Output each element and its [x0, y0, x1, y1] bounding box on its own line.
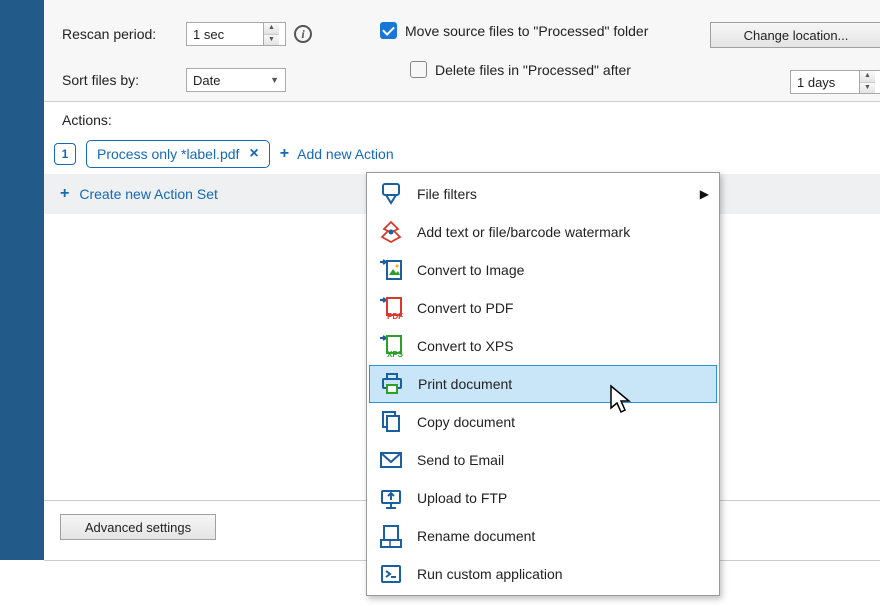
chevron-down-icon: ▼	[270, 75, 279, 85]
delete-after-days-value: 1 days	[797, 75, 835, 90]
menu-item-label: File filters	[417, 186, 688, 202]
menu-item-send-email[interactable]: Send to Email	[369, 441, 717, 479]
rename-icon	[377, 522, 405, 550]
plus-icon: +	[280, 145, 289, 163]
image-icon	[377, 256, 405, 284]
xps-icon: XPS	[377, 332, 405, 360]
submenu-arrow-icon: ▶	[700, 187, 709, 201]
menu-item-convert-pdf[interactable]: PDF Convert to PDF	[369, 289, 717, 327]
change-location-button[interactable]: Change location...	[710, 22, 880, 48]
menu-item-label: Copy document	[417, 414, 709, 430]
menu-item-label: Upload to FTP	[417, 490, 709, 506]
svg-text:XPS: XPS	[387, 350, 404, 359]
action-index-badge[interactable]: 1	[54, 143, 76, 165]
menu-item-run-application[interactable]: Run custom application	[369, 555, 717, 593]
sort-files-label: Sort files by:	[62, 72, 178, 88]
menu-item-label: Convert to XPS	[417, 338, 709, 354]
sort-files-value: Date	[193, 73, 220, 88]
filter-chip[interactable]: Process only *label.pdf ×	[86, 140, 270, 168]
delete-after-label: Delete files in "Processed" after	[435, 62, 631, 78]
rescan-period-value: 1 sec	[193, 27, 224, 42]
menu-item-convert-image[interactable]: Convert to Image	[369, 251, 717, 289]
remove-filter-icon[interactable]: ×	[249, 145, 258, 163]
filter-chip-label: Process only *label.pdf	[97, 146, 239, 162]
menu-item-label: Send to Email	[417, 452, 709, 468]
rescan-period-input[interactable]: 1 sec ▲▼	[186, 22, 286, 46]
spin-buttons[interactable]: ▲▼	[263, 23, 279, 45]
move-processed-checkbox[interactable]	[380, 22, 397, 39]
advanced-settings-button[interactable]: Advanced settings	[60, 514, 216, 540]
add-new-action-label: Add new Action	[297, 146, 394, 162]
plus-icon: +	[60, 185, 69, 203]
delete-after-checkbox[interactable]	[410, 61, 427, 78]
action-dropdown-menu: File filters ▶ Add text or file/barcode …	[366, 172, 720, 596]
menu-item-label: Convert to PDF	[417, 300, 709, 316]
action-row: 1 Process only *label.pdf × + Add new Ac…	[44, 134, 880, 174]
move-processed-label: Move source files to "Processed" folder	[405, 23, 648, 39]
menu-item-label: Print document	[418, 376, 708, 392]
create-action-set-label: Create new Action Set	[79, 186, 218, 202]
menu-item-print-document[interactable]: Print document	[369, 365, 717, 403]
menu-item-convert-xps[interactable]: XPS Convert to XPS	[369, 327, 717, 365]
menu-item-label: Convert to Image	[417, 262, 709, 278]
copy-icon	[377, 408, 405, 436]
menu-item-rename-document[interactable]: Rename document	[369, 517, 717, 555]
spin-buttons[interactable]: ▲▼	[859, 71, 875, 93]
sort-files-select[interactable]: Date ▼	[186, 68, 286, 92]
main-content: Rescan period: 1 sec ▲▼ i Sort files by:…	[44, 0, 880, 606]
left-sidebar	[0, 0, 44, 560]
email-icon	[377, 446, 405, 474]
menu-item-watermark[interactable]: Add text or file/barcode watermark	[369, 213, 717, 251]
print-icon	[378, 370, 406, 398]
settings-panel: Rescan period: 1 sec ▲▼ i Sort files by:…	[44, 0, 880, 102]
actions-section-label: Actions:	[62, 112, 880, 128]
menu-item-label: Add text or file/barcode watermark	[417, 224, 709, 240]
info-icon[interactable]: i	[294, 25, 312, 43]
svg-text:PDF: PDF	[387, 312, 403, 321]
watermark-icon	[377, 218, 405, 246]
menu-item-file-filters[interactable]: File filters ▶	[369, 175, 717, 213]
menu-item-label: Rename document	[417, 528, 709, 544]
ftp-icon	[377, 484, 405, 512]
menu-item-label: Run custom application	[417, 566, 709, 582]
add-new-action-button[interactable]: + Add new Action	[280, 145, 394, 163]
menu-item-copy-document[interactable]: Copy document	[369, 403, 717, 441]
filter-icon	[377, 180, 405, 208]
run-icon	[377, 560, 405, 588]
pdf-icon: PDF	[377, 294, 405, 322]
delete-after-days-input[interactable]: 1 days ▲▼	[790, 70, 880, 94]
rescan-period-label: Rescan period:	[62, 26, 178, 42]
menu-item-upload-ftp[interactable]: Upload to FTP	[369, 479, 717, 517]
